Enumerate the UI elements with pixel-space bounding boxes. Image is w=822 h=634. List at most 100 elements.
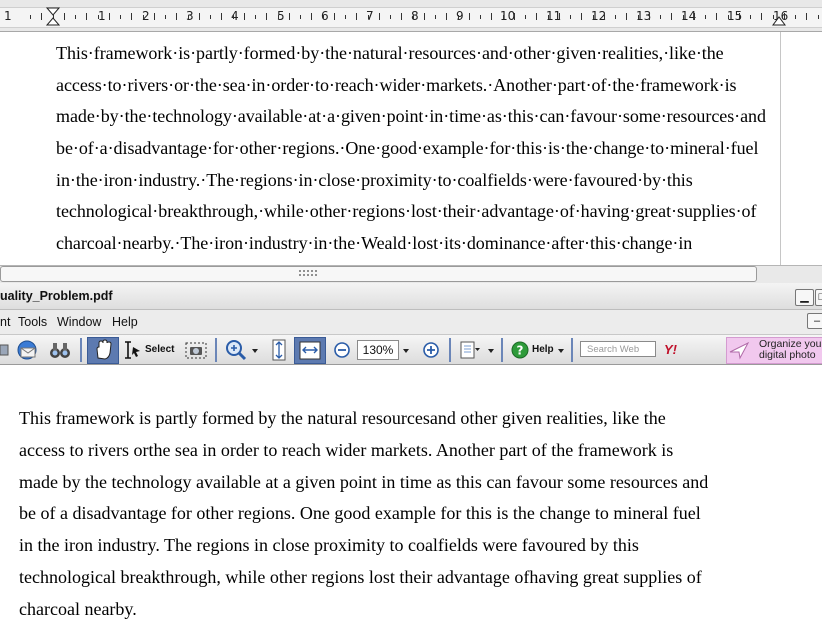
ruler-tick: [570, 15, 571, 19]
ruler-tick: [604, 13, 605, 20]
chevron-down-icon[interactable]: [251, 338, 259, 362]
ruler-tick: [334, 13, 335, 20]
promo-line-2: digital photo: [759, 348, 816, 361]
ruler-tick: [368, 15, 369, 19]
hand-icon: [96, 339, 112, 360]
ruler-tick: [705, 15, 706, 19]
document-paragraph[interactable]: This·framework·is·partly·formed·by·the·n…: [56, 38, 786, 260]
toolbar-separator: [80, 338, 82, 362]
ruler-tick: [424, 13, 425, 20]
chevron-down-icon[interactable]: [486, 338, 496, 362]
ruler-tick: [75, 15, 76, 19]
pdf-text-line: in the iron industry. The regions in clo…: [19, 535, 639, 556]
ruler-tick: [199, 13, 200, 20]
hand-tool-button[interactable]: [87, 337, 119, 364]
zoom-in-tool-icon[interactable]: [224, 338, 250, 362]
chevron-down-icon[interactable]: [401, 338, 411, 362]
document-line[interactable]: in·the·iron·industry.·The·regions·in·clo…: [56, 165, 786, 197]
left-indent-marker-icon[interactable]: [46, 7, 60, 26]
ruler-tick: [683, 15, 684, 19]
scrollbar-thumb[interactable]: [0, 266, 757, 282]
ruler-tick: [210, 15, 211, 19]
maximize-button[interactable]: □: [815, 289, 822, 306]
promo-line-1: Organize you: [759, 338, 822, 350]
help-icon[interactable]: ?: [510, 338, 530, 362]
ruler-tick: [30, 15, 31, 19]
page-layout-icon[interactable]: [458, 338, 486, 362]
ruler-tick: [143, 15, 144, 19]
zoom-level-field[interactable]: 130%: [357, 340, 399, 360]
ruler-tick: [356, 13, 357, 20]
pdf-text-line: made by the technology available at a gi…: [19, 471, 709, 492]
ruler-tick: [176, 13, 177, 20]
document-line[interactable]: charcoal·nearby.·The·iron·industry·in·th…: [56, 228, 786, 260]
ruler-tick: [300, 15, 301, 19]
ruler-tick: [525, 15, 526, 19]
right-indent-marker-icon[interactable]: [772, 7, 786, 26]
menu-document[interactable]: nt: [0, 315, 10, 329]
paper-plane-icon: [729, 341, 750, 360]
pdf-window-titlebar[interactable]: [0, 283, 822, 310]
ruler-tick: [165, 15, 166, 19]
ruler-tick: [649, 13, 650, 20]
ruler-tick: [390, 15, 391, 19]
document-line[interactable]: technological·breakthrough,·while·other·…: [56, 196, 786, 228]
pdf-text-line: be of a disadvantage for other regions. …: [19, 503, 701, 524]
pdf-text-line: technological breakthrough, while other …: [19, 566, 702, 587]
chevron-down-icon[interactable]: [556, 338, 566, 362]
zoom-in-icon[interactable]: [421, 338, 441, 362]
toolbar-separator: [501, 338, 503, 362]
ruler-tick: [581, 13, 582, 20]
ruler-tick: [435, 15, 436, 19]
document-line[interactable]: made·by·the·technology·available·at·a·gi…: [56, 101, 786, 133]
document-minimize-button[interactable]: –: [807, 313, 822, 329]
ruler-tick: [379, 13, 380, 20]
pdf-text-line: This framework is partly formed by the n…: [19, 408, 666, 428]
minimize-button[interactable]: ▁: [795, 289, 814, 306]
ruler-tick: [536, 13, 537, 20]
menu-help[interactable]: Help: [112, 315, 138, 329]
yahoo-logo[interactable]: Y!: [664, 342, 677, 357]
toolbar-separator: [449, 338, 451, 362]
ruler-tick: [244, 13, 245, 20]
ruler-tick: [255, 15, 256, 19]
ruler-tick: [98, 15, 99, 19]
print-icon[interactable]: [0, 338, 10, 362]
menu-window[interactable]: Window: [57, 315, 101, 329]
document-line[interactable]: be·of·a·disadvantage·for·other·regions.·…: [56, 133, 786, 165]
ruler-tick: [446, 13, 447, 20]
ruler-tick: [413, 15, 414, 19]
window-title: uality_Problem.pdf: [0, 289, 113, 303]
ruler-tick: [491, 13, 492, 20]
ruler-tick: [615, 15, 616, 19]
fit-height-icon[interactable]: [268, 338, 290, 362]
scrollbar-corner: [784, 266, 822, 281]
ruler-tick: [480, 15, 481, 19]
ruler-tick: [120, 15, 121, 19]
select-label[interactable]: Select: [145, 344, 174, 355]
ruler-tick: [739, 13, 740, 20]
ruler-tick: [458, 15, 459, 19]
document-line[interactable]: This·framework·is·partly·formed·by·the·n…: [56, 38, 786, 70]
ruler-tick: [660, 15, 661, 19]
snapshot-icon[interactable]: [184, 338, 208, 362]
fit-width-button[interactable]: [294, 337, 326, 364]
minimize-icon: ▁: [800, 291, 809, 303]
ruler-tick: [638, 15, 639, 19]
scrollbar-grip-icon: [298, 269, 318, 277]
zoom-out-icon[interactable]: [332, 338, 352, 362]
ruler-tick: [503, 15, 504, 19]
select-text-icon[interactable]: [121, 338, 143, 362]
document-line[interactable]: access·to·rivers·or·the·sea·in·order·to·…: [56, 70, 786, 102]
ruler-tick: [64, 13, 65, 20]
binoculars-icon[interactable]: [48, 338, 72, 362]
search-web-input[interactable]: Search Web: [580, 341, 656, 357]
ruler-tick: [233, 15, 234, 19]
email-icon[interactable]: [15, 338, 39, 362]
ruler-tick: [806, 13, 807, 20]
help-label[interactable]: Help: [532, 344, 554, 355]
menu-tools[interactable]: Tools: [18, 315, 47, 329]
ruler-tick: [41, 13, 42, 20]
ruler-tick: [323, 15, 324, 19]
ruler-tick: [86, 13, 87, 20]
